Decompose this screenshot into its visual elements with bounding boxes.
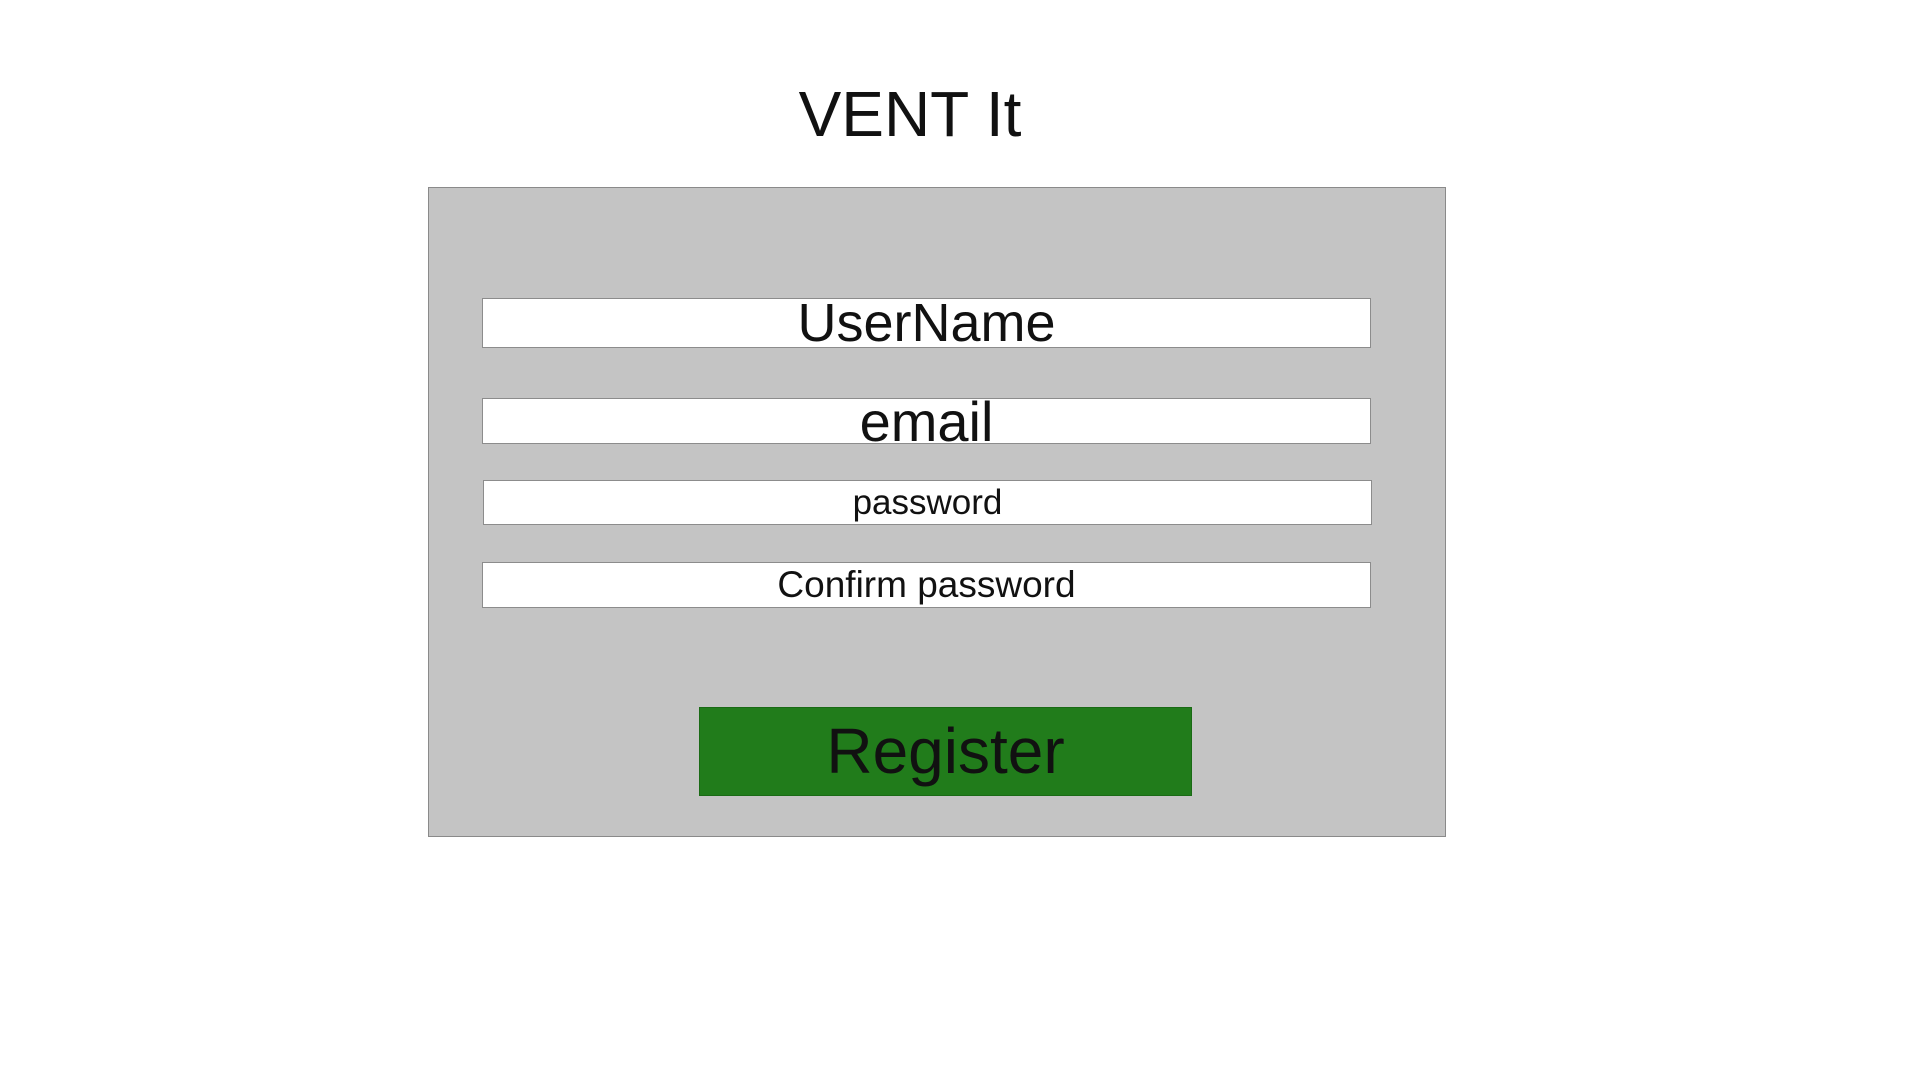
register-page: VENT It Register (0, 0, 1920, 1080)
password-field[interactable] (483, 480, 1372, 525)
registration-form: Register (428, 187, 1446, 837)
app-title: VENT It (798, 78, 1022, 150)
username-field[interactable] (482, 298, 1371, 348)
confirm-password-field[interactable] (482, 562, 1371, 608)
email-field[interactable] (482, 398, 1371, 444)
register-button[interactable]: Register (699, 707, 1192, 796)
